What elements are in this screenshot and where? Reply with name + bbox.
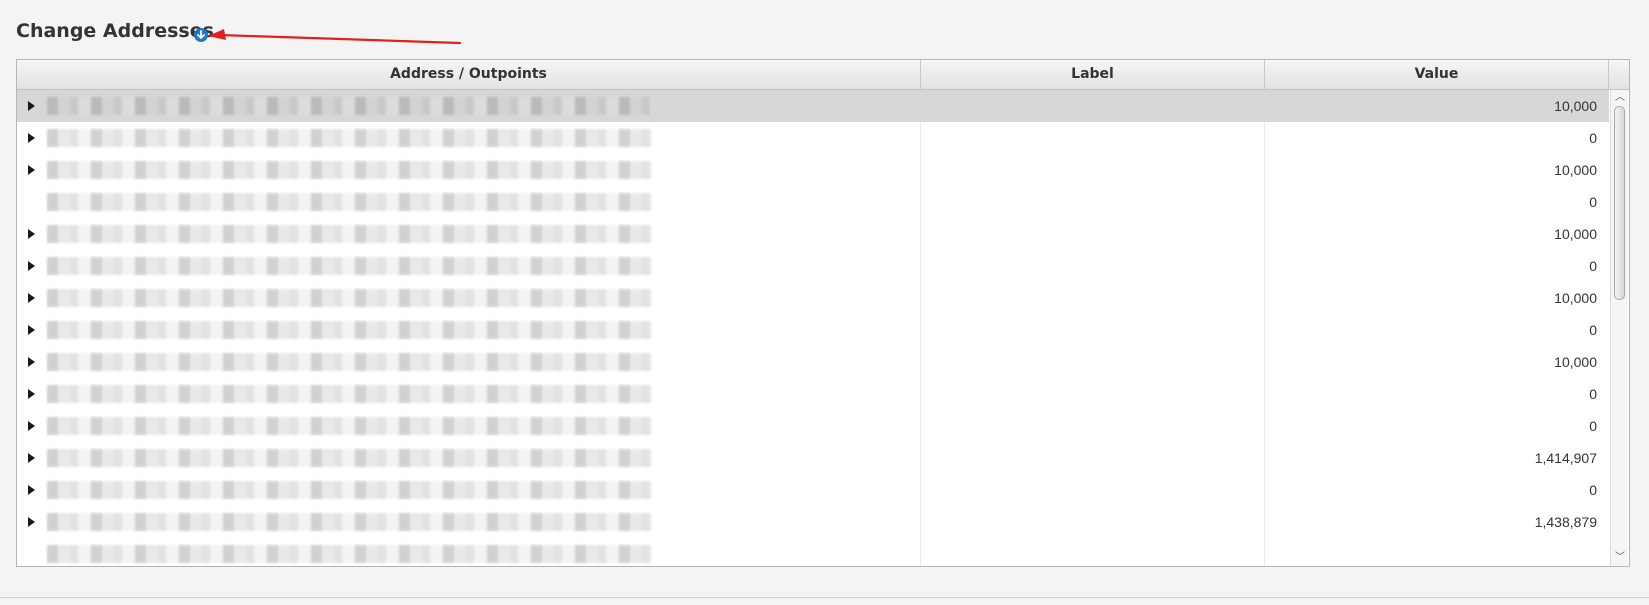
label-cell[interactable] xyxy=(921,90,1265,122)
value-cell: 0 xyxy=(1589,194,1597,210)
table-row[interactable]: 0 xyxy=(17,314,1609,346)
table-row[interactable]: 10,000 xyxy=(17,90,1609,122)
address-cell-redacted xyxy=(47,161,652,179)
expand-arrow-icon[interactable] xyxy=(28,357,35,367)
column-header-address[interactable]: Address / Outpoints xyxy=(17,60,921,89)
expand-arrow-icon[interactable] xyxy=(28,133,35,143)
value-cell: 0 xyxy=(1589,386,1597,402)
value-cell: 0 xyxy=(1589,130,1597,146)
label-cell[interactable] xyxy=(921,250,1265,282)
expand-arrow-icon[interactable] xyxy=(28,229,35,239)
value-cell: 10,000 xyxy=(1554,290,1597,306)
scroll-thumb[interactable] xyxy=(1614,106,1625,300)
expand-arrow-icon[interactable] xyxy=(28,293,35,303)
table-row[interactable]: 10,000 xyxy=(17,154,1609,186)
address-cell-redacted xyxy=(47,353,652,371)
label-cell[interactable] xyxy=(921,282,1265,314)
label-cell[interactable] xyxy=(921,378,1265,410)
address-cell-redacted xyxy=(47,545,652,563)
table-row[interactable]: 1,438,879 xyxy=(17,506,1609,538)
address-cell-redacted xyxy=(47,321,652,339)
label-cell[interactable] xyxy=(921,314,1265,346)
label-cell[interactable] xyxy=(921,442,1265,474)
address-cell-redacted xyxy=(47,449,652,467)
column-header-filler xyxy=(1609,60,1629,89)
value-cell xyxy=(1265,538,1609,566)
address-cell-redacted xyxy=(47,97,652,115)
table-row[interactable]: 0 xyxy=(17,186,1609,218)
value-cell: 1,414,907 xyxy=(1534,450,1597,466)
value-cell: 0 xyxy=(1589,482,1597,498)
address-cell-redacted xyxy=(47,417,652,435)
expand-arrow-icon[interactable] xyxy=(28,421,35,431)
expand-arrow-icon[interactable] xyxy=(28,165,35,175)
expand-arrow-icon[interactable] xyxy=(28,389,35,399)
section-title: Change Addresses xyxy=(16,20,214,42)
table-row[interactable]: 10,000 xyxy=(17,346,1609,378)
label-cell[interactable] xyxy=(921,346,1265,378)
table-row[interactable]: 0 xyxy=(17,410,1609,442)
table-row[interactable]: 10,000 xyxy=(17,282,1609,314)
table-row[interactable]: 0 xyxy=(17,250,1609,282)
table-body: 10,000 0 10,000 0 10,000 0 10,000 0 10,000 0 0 1,41… xyxy=(17,90,1609,566)
vertical-scrollbar[interactable]: ︿ ﹀ xyxy=(1610,90,1628,566)
expand-arrow-icon[interactable] xyxy=(28,101,35,111)
column-header-value[interactable]: Value xyxy=(1265,60,1609,89)
address-cell-redacted xyxy=(47,289,652,307)
table-row[interactable]: 0 xyxy=(17,122,1609,154)
value-cell: 1,438,879 xyxy=(1534,514,1597,530)
address-cell-redacted xyxy=(47,257,652,275)
value-cell: 10,000 xyxy=(1554,354,1597,370)
table-row[interactable] xyxy=(17,538,1609,566)
table-row[interactable]: 1,414,907 xyxy=(17,442,1609,474)
scroll-up-arrow-icon[interactable]: ︿ xyxy=(1615,93,1625,103)
change-addresses-table: Address / Outpoints Label Value 10,000 0 1… xyxy=(16,59,1630,567)
panel-divider xyxy=(0,597,1649,598)
address-cell-redacted xyxy=(47,481,652,499)
value-cell: 0 xyxy=(1589,322,1597,338)
table-row[interactable]: 0 xyxy=(17,474,1609,506)
address-cell-redacted xyxy=(47,513,652,531)
expand-arrow-icon[interactable] xyxy=(28,453,35,463)
expand-arrow-icon[interactable] xyxy=(28,517,35,527)
label-cell[interactable] xyxy=(921,474,1265,506)
annotation-arrow-icon xyxy=(208,29,462,45)
expand-arrow-icon[interactable] xyxy=(28,325,35,335)
label-cell[interactable] xyxy=(921,410,1265,442)
label-cell[interactable] xyxy=(921,218,1265,250)
value-cell: 10,000 xyxy=(1554,98,1597,114)
table-header: Address / Outpoints Label Value xyxy=(17,60,1629,90)
address-cell-redacted xyxy=(47,225,652,243)
value-cell: 0 xyxy=(1589,258,1597,274)
label-cell[interactable] xyxy=(921,154,1265,186)
label-cell[interactable] xyxy=(921,122,1265,154)
label-cell[interactable] xyxy=(921,506,1265,538)
change-addresses-panel: Change Addresses Address / Outpoints Lab… xyxy=(0,0,1649,605)
address-cell-redacted xyxy=(47,129,652,147)
label-cell[interactable] xyxy=(921,538,1265,566)
expand-arrow-icon[interactable] xyxy=(28,485,35,495)
value-cell: 10,000 xyxy=(1554,226,1597,242)
address-cell-redacted xyxy=(47,193,652,211)
table-row[interactable]: 10,000 xyxy=(17,218,1609,250)
scroll-down-arrow-icon[interactable]: ﹀ xyxy=(1615,553,1625,563)
value-cell: 10,000 xyxy=(1554,162,1597,178)
table-row[interactable]: 0 xyxy=(17,378,1609,410)
label-cell[interactable] xyxy=(921,186,1265,218)
value-cell: 0 xyxy=(1589,418,1597,434)
address-cell-redacted xyxy=(47,385,652,403)
column-header-label[interactable]: Label xyxy=(921,60,1265,89)
expand-arrow-icon[interactable] xyxy=(28,261,35,271)
